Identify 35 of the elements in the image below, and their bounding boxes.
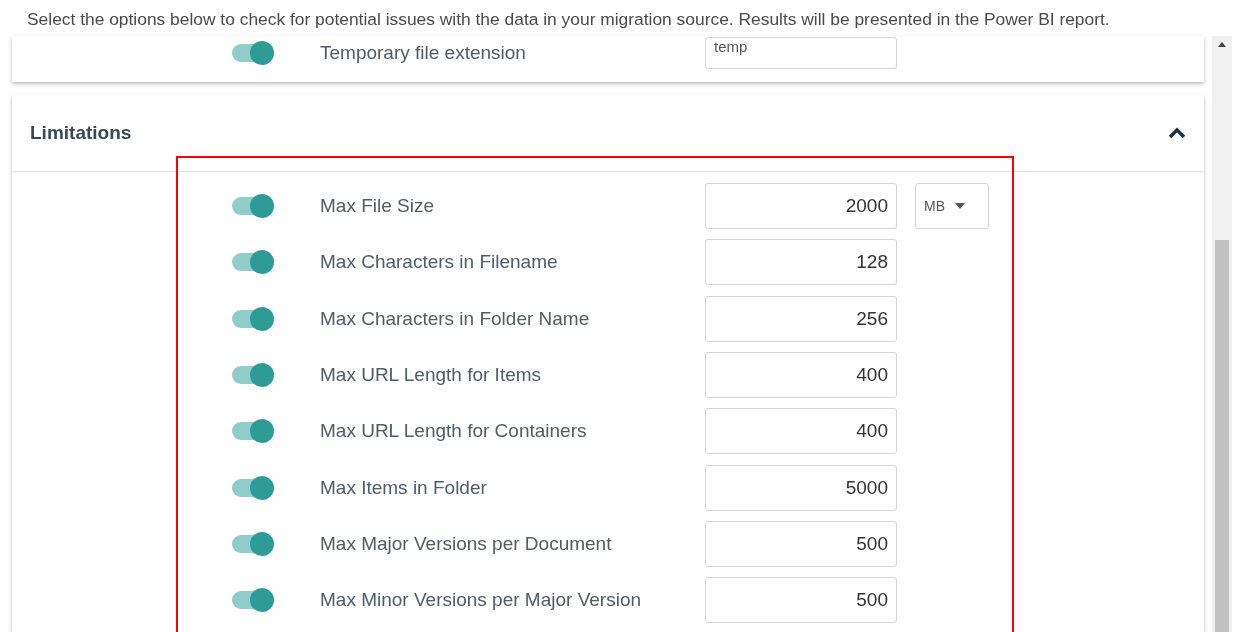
setting-label: Max Characters in Filename (320, 251, 559, 274)
toggle-switch[interactable] (232, 478, 274, 497)
input-field[interactable]: 2000 (705, 183, 897, 230)
input-field[interactable]: 400 (705, 408, 897, 455)
toggle-switch[interactable] (232, 309, 274, 328)
section-title: Limitations (30, 121, 132, 144)
setting-label: Max File Size (320, 195, 436, 218)
toggle-switch[interactable] (232, 422, 274, 441)
caret-icon (955, 203, 965, 210)
toggle-switch[interactable] (232, 366, 274, 385)
scrollbar[interactable] (1212, 36, 1232, 632)
toggle-switch[interactable] (232, 534, 274, 553)
scroll-up-icon[interactable] (1218, 42, 1226, 47)
setting-label: Max Items in Folder (320, 476, 488, 499)
input-field[interactable]: 5000 (705, 464, 897, 511)
toggle-switch[interactable] (232, 591, 274, 610)
input-field[interactable]: 256 (705, 295, 897, 342)
input-field[interactable]: 500 (705, 577, 897, 624)
collapse-chevron-icon[interactable] (1168, 126, 1186, 139)
scrollbar-thumb[interactable] (1215, 240, 1229, 632)
setting-label: Max Minor Versions per Major Version (320, 589, 642, 612)
setting-label: Max URL Length for Items (320, 364, 543, 387)
instructions-text: Select the options below to check for potential issues with the data in your migration source. Results will be presented in the Power BI report. (26, 8, 1111, 31)
toggle-switch[interactable] (232, 44, 274, 62)
input-field[interactable]: 128 (705, 239, 897, 286)
setting-label: Temporary file extension (320, 42, 527, 64)
setting-label: Max Major Versions per Document (320, 532, 613, 555)
unit-dropdown[interactable]: MB (915, 183, 989, 230)
toggle-switch[interactable] (232, 197, 274, 216)
setting-label: Max URL Length for Containers (320, 420, 588, 443)
toggle-switch[interactable] (232, 253, 274, 272)
input-field[interactable]: 500 (705, 520, 897, 567)
input-field[interactable]: temp (705, 37, 897, 69)
input-field[interactable]: 400 (705, 352, 897, 399)
setting-label: Max Characters in Folder Name (320, 307, 591, 330)
